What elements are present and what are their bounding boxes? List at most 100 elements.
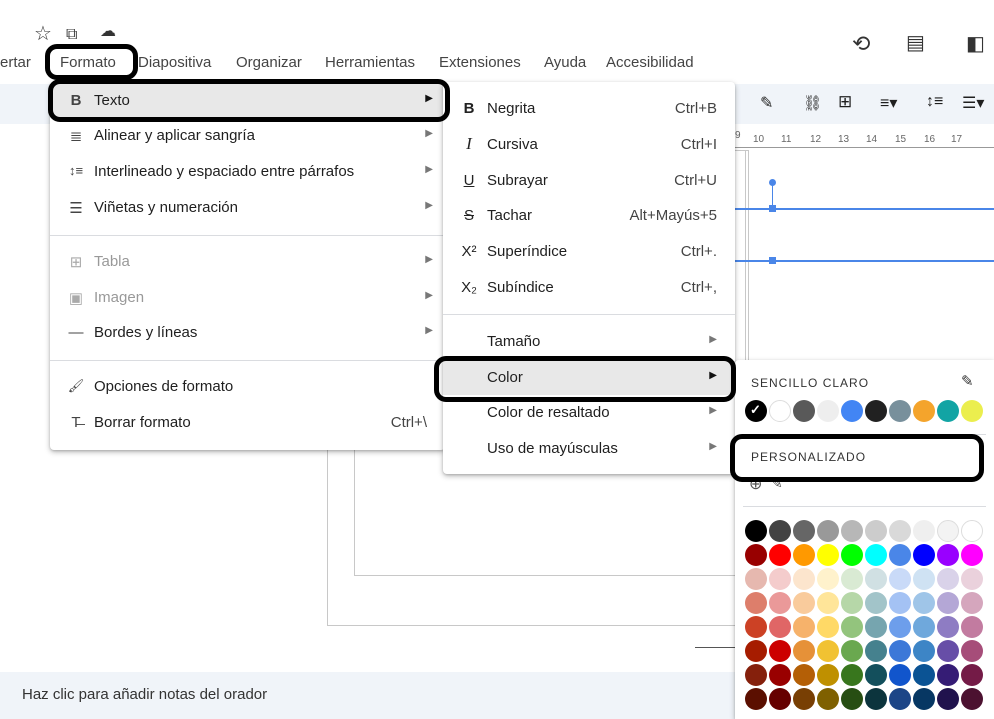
grid-color-swatch[interactable] xyxy=(745,568,767,590)
grid-color-swatch[interactable] xyxy=(841,520,863,542)
grid-color-swatch[interactable] xyxy=(769,688,791,710)
menu-item-tachar[interactable]: S Tachar Alt+Mayús+5 xyxy=(443,199,735,233)
menu-ayuda[interactable]: Ayuda xyxy=(544,54,586,71)
meet-icon[interactable]: ◧ xyxy=(966,34,985,54)
grid-color-swatch[interactable] xyxy=(937,520,959,542)
grid-color-swatch[interactable] xyxy=(961,544,983,566)
simple-color-swatch[interactable] xyxy=(913,400,935,422)
grid-color-swatch[interactable] xyxy=(817,592,839,614)
grid-color-swatch[interactable] xyxy=(793,592,815,614)
grid-color-swatch[interactable] xyxy=(769,568,791,590)
menu-item-interlineado[interactable]: ↕≡ Interlineado y espaciado entre párraf… xyxy=(50,155,445,189)
grid-color-swatch[interactable] xyxy=(745,616,767,638)
grid-color-swatch[interactable] xyxy=(937,616,959,638)
grid-color-swatch[interactable] xyxy=(745,544,767,566)
grid-color-swatch[interactable] xyxy=(865,544,887,566)
grid-color-swatch[interactable] xyxy=(793,664,815,686)
grid-color-swatch[interactable] xyxy=(817,616,839,638)
menu-item-bordes[interactable]: — Bordes y líneas ▶ xyxy=(50,316,445,350)
grid-color-swatch[interactable] xyxy=(817,688,839,710)
grid-color-swatch[interactable] xyxy=(913,640,935,662)
grid-color-swatch[interactable] xyxy=(937,640,959,662)
grid-color-swatch[interactable] xyxy=(793,520,815,542)
grid-color-swatch[interactable] xyxy=(769,616,791,638)
grid-color-swatch[interactable] xyxy=(841,688,863,710)
grid-color-swatch[interactable] xyxy=(745,664,767,686)
grid-color-swatch[interactable] xyxy=(841,616,863,638)
menu-herramientas[interactable]: Herramientas xyxy=(325,54,415,71)
grid-color-swatch[interactable] xyxy=(913,568,935,590)
menu-item-tamano[interactable]: Tamaño ▶ xyxy=(443,325,735,359)
grid-color-swatch[interactable] xyxy=(937,568,959,590)
grid-color-swatch[interactable] xyxy=(841,568,863,590)
grid-color-swatch[interactable] xyxy=(889,592,911,614)
grid-color-swatch[interactable] xyxy=(865,616,887,638)
grid-color-swatch[interactable] xyxy=(913,688,935,710)
menu-item-cursiva[interactable]: I Cursiva Ctrl+I xyxy=(443,128,735,162)
grid-color-swatch[interactable] xyxy=(913,520,935,542)
grid-color-swatch[interactable] xyxy=(769,592,791,614)
pen-icon[interactable]: ✎ xyxy=(760,93,773,113)
grid-color-swatch[interactable] xyxy=(889,616,911,638)
menu-diapositiva[interactable]: Diapositiva xyxy=(138,54,211,71)
simple-color-swatch[interactable] xyxy=(961,400,983,422)
grid-color-swatch[interactable] xyxy=(745,592,767,614)
grid-color-swatch[interactable] xyxy=(865,664,887,686)
grid-color-swatch[interactable] xyxy=(937,592,959,614)
grid-color-swatch[interactable] xyxy=(841,640,863,662)
comments-icon[interactable]: ▤ xyxy=(906,33,925,53)
menu-item-borrar-formato[interactable]: T̶ Borrar formato Ctrl+\ xyxy=(50,406,445,440)
comment-add-icon[interactable]: ⊞ xyxy=(838,92,852,112)
grid-color-swatch[interactable] xyxy=(961,688,983,710)
grid-color-swatch[interactable] xyxy=(913,592,935,614)
grid-color-swatch[interactable] xyxy=(817,640,839,662)
grid-color-swatch[interactable] xyxy=(889,688,911,710)
menu-item-opciones[interactable]: 🖌 Opciones de formato xyxy=(50,370,445,404)
grid-color-swatch[interactable] xyxy=(889,568,911,590)
align-icon[interactable]: ≡▾ xyxy=(880,93,897,113)
simple-color-swatch[interactable] xyxy=(793,400,815,422)
grid-color-swatch[interactable] xyxy=(817,544,839,566)
grid-color-swatch[interactable] xyxy=(817,664,839,686)
link-icon[interactable]: ⛓ xyxy=(803,94,822,112)
grid-color-swatch[interactable] xyxy=(793,616,815,638)
menu-item-subrayar[interactable]: U Subrayar Ctrl+U xyxy=(443,164,735,198)
simple-color-swatch[interactable]: ✓ xyxy=(745,400,767,422)
selection-handle[interactable] xyxy=(769,257,776,264)
grid-color-swatch[interactable] xyxy=(913,616,935,638)
menu-item-mayusculas[interactable]: Uso de mayúsculas ▶ xyxy=(443,432,735,466)
grid-color-swatch[interactable] xyxy=(913,664,935,686)
grid-color-swatch[interactable] xyxy=(865,568,887,590)
grid-color-swatch[interactable] xyxy=(889,544,911,566)
grid-color-swatch[interactable] xyxy=(793,688,815,710)
grid-color-swatch[interactable] xyxy=(745,520,767,542)
simple-color-swatch[interactable] xyxy=(769,400,791,422)
grid-color-swatch[interactable] xyxy=(745,688,767,710)
history-icon[interactable]: ⟲ xyxy=(852,33,870,55)
simple-color-swatch[interactable] xyxy=(889,400,911,422)
grid-color-swatch[interactable] xyxy=(769,640,791,662)
grid-color-swatch[interactable] xyxy=(937,544,959,566)
grid-color-swatch[interactable] xyxy=(937,688,959,710)
grid-color-swatch[interactable] xyxy=(745,640,767,662)
grid-color-swatch[interactable] xyxy=(793,640,815,662)
grid-color-swatch[interactable] xyxy=(961,640,983,662)
star-icon[interactable]: ☆ xyxy=(34,24,52,44)
grid-color-swatch[interactable] xyxy=(841,592,863,614)
grid-color-swatch[interactable] xyxy=(889,520,911,542)
simple-color-swatch[interactable] xyxy=(865,400,887,422)
grid-color-swatch[interactable] xyxy=(817,520,839,542)
menu-item-subindice[interactable]: X₂ Subíndice Ctrl+, xyxy=(443,271,735,305)
grid-color-swatch[interactable] xyxy=(961,592,983,614)
grid-color-swatch[interactable] xyxy=(769,664,791,686)
grid-color-swatch[interactable] xyxy=(817,568,839,590)
grid-color-swatch[interactable] xyxy=(961,568,983,590)
edit-palette-icon[interactable]: ✎ xyxy=(961,372,974,390)
grid-color-swatch[interactable] xyxy=(865,592,887,614)
menu-accesibilidad[interactable]: Accesibilidad xyxy=(606,54,694,71)
grid-color-swatch[interactable] xyxy=(865,640,887,662)
grid-color-swatch[interactable] xyxy=(961,664,983,686)
simple-color-swatch[interactable] xyxy=(817,400,839,422)
menu-item-superindice[interactable]: X² Superíndice Ctrl+. xyxy=(443,235,735,269)
grid-color-swatch[interactable] xyxy=(841,664,863,686)
